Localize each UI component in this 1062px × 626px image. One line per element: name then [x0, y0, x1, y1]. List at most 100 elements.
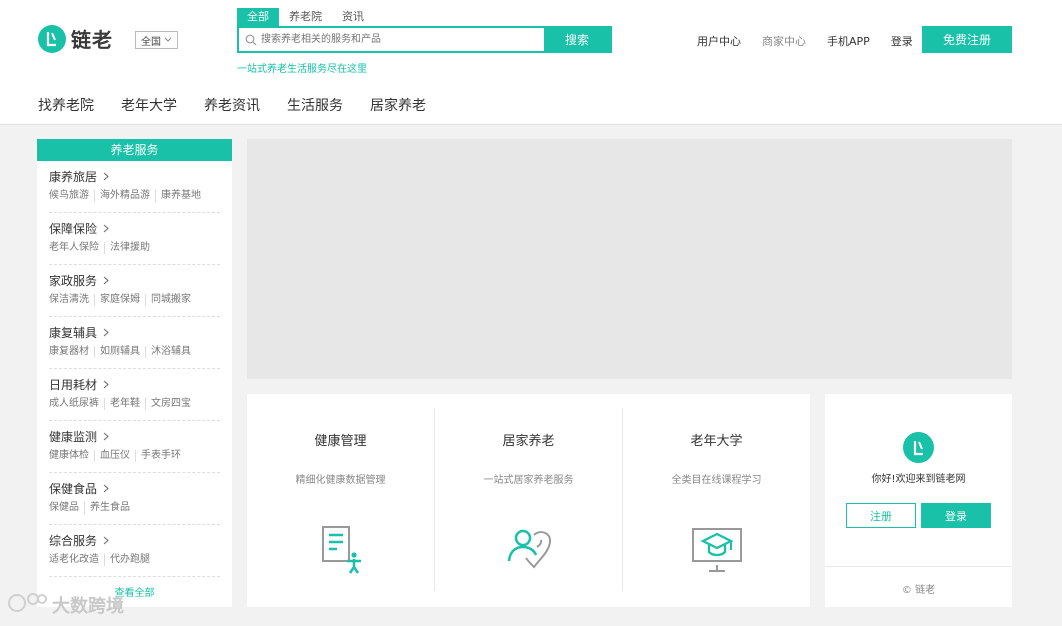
category-list: 康养旅居 候鸟旅游 海外精品游 康养基地 保障保险 老年人保险 法律援助 家政服务 保洁清洗 家庭… [37, 161, 232, 577]
chevron-right-icon [103, 429, 109, 445]
sidebar-link[interactable]: 手表手环 [135, 450, 186, 462]
sidebar-link[interactable]: 保健品 [49, 502, 84, 514]
search-input[interactable] [239, 28, 544, 51]
sidebar-category: 康养旅居候鸟旅游 海外精品游 康养基地 [49, 161, 220, 213]
sidebar-link[interactable]: 家庭保姆 [94, 294, 145, 306]
feature-panel: 健康管理 精细化健康数据管理 居家养老 一站式居家养老服务 老年大学 全类目在线… [247, 394, 810, 607]
sidebar-category-links: 康复器材 如厕辅具 沐浴辅具 [49, 346, 220, 358]
sidebar-link[interactable]: 代办跑腿 [104, 554, 155, 566]
sidebar-link[interactable]: 海外精品游 [94, 190, 155, 202]
login-panel: 你好!欢迎来到链老网 注册 登录 © 链老 [825, 394, 1012, 607]
region-label: 全国 [141, 36, 161, 48]
watermark: 大数跨境 [8, 590, 124, 619]
sidebar-link[interactable]: 健康体检 [49, 450, 94, 462]
sidebar-link[interactable]: 沐浴辅具 [145, 346, 196, 358]
search-tab-all[interactable]: 全部 [237, 8, 279, 26]
register-button[interactable]: 注册 [846, 503, 916, 528]
sidebar-category-title[interactable]: 家政服务 [49, 273, 220, 289]
chevron-right-icon [103, 325, 109, 341]
care-people-icon [501, 521, 557, 577]
nav-item-home-care[interactable]: 居家养老 [370, 95, 426, 115]
search-tab-nursing-home[interactable]: 养老院 [279, 8, 332, 26]
site-logo[interactable]: 链老 [38, 24, 113, 53]
sidebar-category-title[interactable]: 康养旅居 [49, 169, 220, 185]
sidebar-link[interactable]: 法律援助 [104, 242, 155, 254]
welcome-text: 你好!欢迎来到链老网 [871, 474, 966, 485]
sidebar-category-label: 日用耗材 [49, 378, 98, 392]
sidebar-category-title[interactable]: 康复辅具 [49, 325, 220, 341]
search-button[interactable]: 搜索 [544, 28, 610, 51]
feature-title: 居家养老 [502, 434, 555, 449]
feature-title: 健康管理 [314, 434, 367, 449]
login-button[interactable]: 登录 [921, 503, 991, 528]
sidebar-category-links: 适老化改造 代办跑腿 [49, 554, 220, 566]
sidebar-link[interactable]: 适老化改造 [49, 554, 104, 566]
chevron-down-icon [164, 35, 172, 46]
main-nav: 找养老院 老年大学 养老资讯 生活服务 居家养老 [38, 95, 453, 115]
mobile-app-link[interactable]: 手机APP [827, 33, 870, 49]
sidebar-category-title[interactable]: 健康监测 [49, 429, 220, 445]
nav-item-senior-university[interactable]: 老年大学 [121, 95, 177, 115]
sidebar-category-links: 候鸟旅游 海外精品游 康养基地 [49, 190, 220, 202]
sidebar-link[interactable]: 血压仪 [94, 450, 135, 462]
nav-item-news[interactable]: 养老资讯 [204, 95, 260, 115]
sidebar-link[interactable]: 老年人保险 [49, 242, 104, 254]
watermark-text: 大数跨境 [52, 595, 124, 617]
sidebar-category-title[interactable]: 综合服务 [49, 533, 220, 549]
sidebar-category: 康复辅具康复器材 如厕辅具 沐浴辅具 [49, 317, 220, 369]
chevron-right-icon [103, 273, 109, 289]
user-center-link[interactable]: 用户中心 [697, 33, 741, 49]
feature-card-home-care[interactable]: 居家养老 一站式居家养老服务 [435, 408, 623, 591]
sidebar-category-links: 保健品 养生食品 [49, 502, 220, 514]
feature-subtitle: 精细化健康数据管理 [295, 475, 386, 486]
sidebar-category-title[interactable]: 保健食品 [49, 481, 220, 497]
chevron-right-icon [103, 377, 109, 393]
sidebar-link[interactable]: 老年鞋 [104, 398, 145, 410]
sidebar-category-title[interactable]: 日用耗材 [49, 377, 220, 393]
sidebar-title: 养老服务 [37, 139, 232, 161]
sidebar-link[interactable]: 如厕辅具 [94, 346, 145, 358]
sidebar-link[interactable]: 保洁清洗 [49, 294, 94, 306]
sidebar-link[interactable]: 候鸟旅游 [49, 190, 94, 202]
sidebar-category-links: 成人纸尿裤 老年鞋 文房四宝 [49, 398, 220, 410]
region-selector[interactable]: 全国 [135, 31, 178, 49]
sidebar-link[interactable]: 康复器材 [49, 346, 94, 358]
sidebar-category: 保健食品保健品 养生食品 [49, 473, 220, 525]
feature-title: 老年大学 [690, 434, 743, 449]
logo-text: 链老 [71, 28, 113, 52]
nav-item-nursing-home[interactable]: 找养老院 [38, 95, 94, 115]
sidebar-category-title[interactable]: 保障保险 [49, 221, 220, 237]
sidebar-category-label: 保障保险 [49, 222, 98, 236]
feature-card-senior-university[interactable]: 老年大学 全类目在线课程学习 [623, 408, 810, 591]
sidebar-category-label: 保健食品 [49, 482, 98, 496]
health-document-icon [313, 521, 369, 577]
nav-item-life-services[interactable]: 生活服务 [287, 95, 343, 115]
free-register-button[interactable]: 免费注册 [922, 26, 1012, 53]
sidebar-link[interactable]: 文房四宝 [145, 398, 196, 410]
sidebar-category: 健康监测健康体检 血压仪 手表手环 [49, 421, 220, 473]
banner[interactable] [247, 139, 1012, 379]
sidebar-category-label: 康复辅具 [49, 326, 98, 340]
merchant-center-link[interactable]: 商家中心 [762, 33, 806, 49]
search-tab-news[interactable]: 资讯 [332, 8, 374, 26]
sidebar-category: 保障保险老年人保险 法律援助 [49, 213, 220, 265]
logo-avatar-icon [903, 432, 934, 463]
sidebar-link[interactable]: 康养基地 [155, 190, 206, 202]
slogan: 一站式养老生活服务尽在这里 [237, 64, 367, 75]
chevron-right-icon [103, 481, 109, 497]
sidebar-link[interactable]: 养生食品 [84, 502, 135, 514]
watermark-logo-icon [8, 590, 48, 619]
service-sidebar: 养老服务 康养旅居 候鸟旅游 海外精品游 康养基地 保障保险 老年人保险 法律援助 家政服务保… [37, 139, 232, 607]
copyright-text: © 链老 [825, 566, 1012, 596]
chevron-right-icon [103, 169, 109, 185]
search-box: 搜索 [237, 26, 612, 53]
feature-card-health[interactable]: 健康管理 精细化健康数据管理 [247, 408, 435, 591]
sidebar-link[interactable]: 同城搬家 [145, 294, 196, 306]
top-links: 用户中心 商家中心 手机APP 登录 [697, 33, 934, 49]
login-link[interactable]: 登录 [891, 33, 913, 49]
sidebar-category-label: 康养旅居 [49, 170, 98, 184]
sidebar-category-label: 健康监测 [49, 430, 98, 444]
logo-mark-icon [38, 24, 66, 53]
sidebar-link[interactable]: 成人纸尿裤 [49, 398, 104, 410]
sidebar-category: 日用耗材成人纸尿裤 老年鞋 文房四宝 [49, 369, 220, 421]
